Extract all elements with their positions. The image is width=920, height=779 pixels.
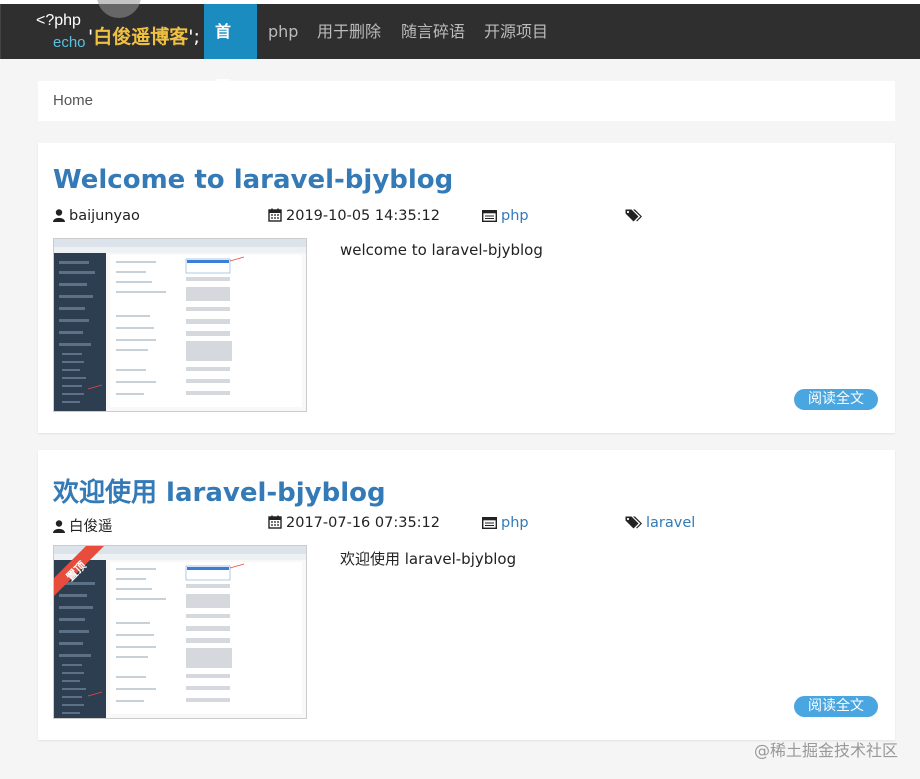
breadcrumb: Home	[38, 81, 895, 121]
category-link[interactable]: php	[501, 208, 529, 224]
post-thumbnail[interactable]: 置顶	[53, 545, 307, 719]
user-icon	[53, 520, 65, 537]
tags-icon	[625, 516, 642, 533]
calendar-icon	[268, 208, 282, 226]
thumbnail-screenshot	[54, 239, 306, 411]
brand-line2: echo	[53, 34, 86, 51]
tags-link[interactable]: laravel	[646, 515, 695, 531]
brand-line1: <?php	[36, 12, 81, 29]
post-date: 2019-10-05 14:35:12	[268, 208, 440, 226]
brand-quote-close: ';	[188, 26, 200, 48]
nav-item-notes[interactable]: 随言碎语	[390, 4, 476, 59]
post-tags	[625, 208, 646, 226]
thumbnail-screenshot: 置顶	[54, 546, 306, 718]
post-card: Welcome to laravel-bjyblog baijunyao 201…	[38, 143, 895, 433]
navbar: <?php echo '白俊遥博客'; 首页 php 用于删除 随言碎语 开源项…	[0, 0, 920, 96]
read-more-button[interactable]: 阅读全文	[794, 696, 878, 717]
category-link[interactable]: php	[501, 515, 529, 531]
brand-name: 白俊遥博客	[93, 26, 189, 48]
folder-icon	[481, 209, 498, 226]
post-author: baijunyao	[53, 208, 140, 226]
nav-item-delete[interactable]: 用于删除	[306, 4, 392, 59]
post-date: 2017-07-16 07:35:12	[268, 515, 440, 533]
post-thumbnail[interactable]	[53, 238, 307, 412]
calendar-icon	[268, 515, 282, 533]
post-excerpt: welcome to laravel-bjyblog	[340, 241, 543, 259]
post-excerpt: 欢迎使用 laravel-bjyblog	[340, 550, 517, 568]
author-name: baijunyao	[69, 208, 140, 224]
nav-item-home[interactable]: 首页	[204, 4, 257, 96]
nav-item-projects[interactable]: 开源项目	[473, 4, 559, 59]
breadcrumb-home[interactable]: Home	[53, 92, 93, 109]
read-more-button[interactable]: 阅读全文	[794, 389, 878, 410]
brand-title: '白俊遥博客';	[88, 22, 200, 49]
post-title[interactable]: 欢迎使用 laravel-bjyblog	[53, 472, 386, 509]
author-name: 白俊遥	[69, 519, 113, 535]
cursor-shadow	[97, 0, 141, 18]
post-tags: laravel	[625, 515, 695, 533]
folder-icon	[481, 516, 498, 533]
post-card: 欢迎使用 laravel-bjyblog 白俊遥 2017-07-16 07:3…	[38, 450, 895, 740]
date-text: 2019-10-05 14:35:12	[286, 208, 440, 224]
date-text: 2017-07-16 07:35:12	[286, 515, 440, 531]
watermark: @稀土掘金技术社区	[753, 741, 898, 760]
post-category: php	[481, 515, 529, 533]
user-icon	[53, 209, 65, 226]
nav-item-php[interactable]: php	[257, 4, 309, 59]
post-title[interactable]: Welcome to laravel-bjyblog	[53, 165, 453, 195]
post-author: 白俊遥	[53, 515, 113, 537]
tags-icon	[625, 209, 642, 226]
post-category: php	[481, 208, 529, 226]
